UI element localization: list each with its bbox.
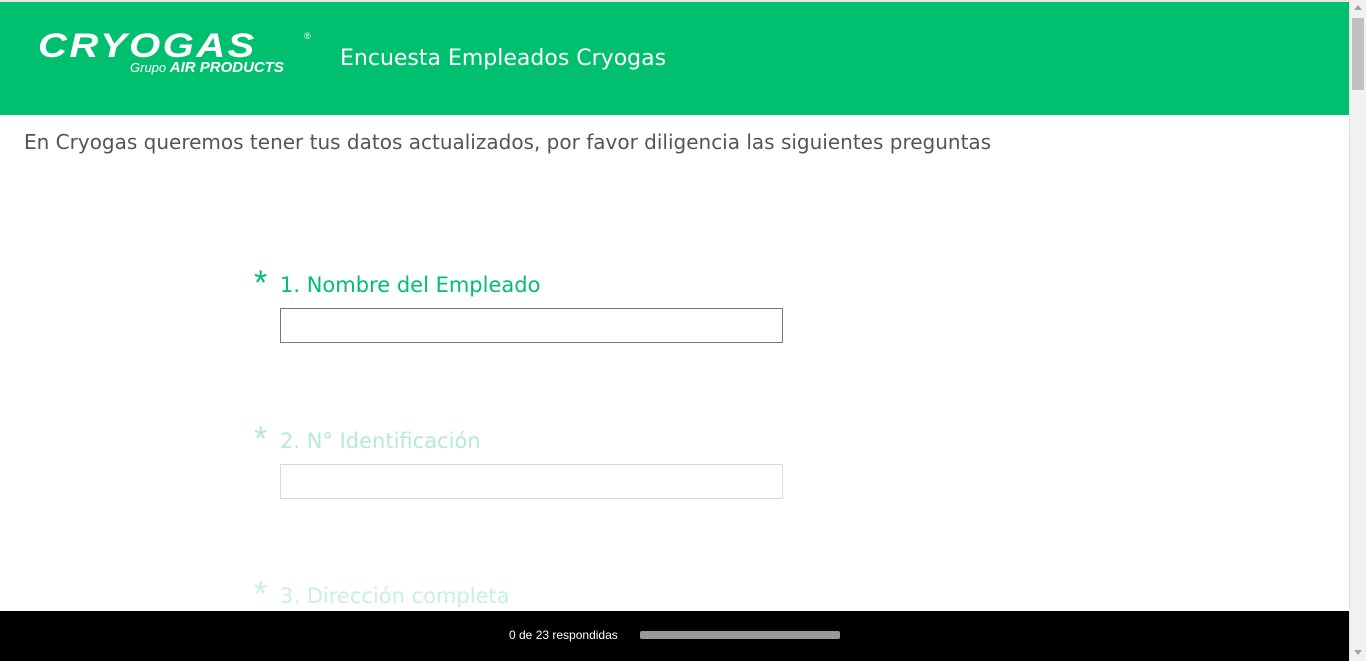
question-2-input[interactable]: [280, 464, 783, 499]
question-2-label: 2. N° Identificación: [280, 429, 481, 453]
required-asterisk: *: [254, 420, 268, 458]
survey-page: CRYOGAS ® Grupo AIR PRODUCTS Encuesta Em…: [0, 0, 1366, 661]
cryogas-logo: CRYOGAS ® Grupo AIR PRODUCTS: [38, 29, 313, 77]
required-asterisk: *: [254, 575, 268, 613]
required-asterisk: *: [254, 264, 268, 302]
scroll-up-arrow-icon[interactable]: [1354, 5, 1362, 10]
progress-footer: 0 de 23 respondidas: [0, 611, 1349, 661]
progress-bar: [640, 631, 840, 639]
survey-intro-text: En Cryogas queremos tener tus datos actu…: [24, 130, 992, 154]
question-3-label: 3. Dirección completa: [280, 584, 510, 608]
survey-title: Encuesta Empleados Cryogas: [340, 46, 667, 71]
question-1-label: 1. Nombre del Empleado: [280, 273, 541, 297]
scrollbar-thumb[interactable]: [1352, 18, 1364, 90]
logo-subtitle: Grupo AIR PRODUCTS: [130, 59, 284, 76]
survey-header: CRYOGAS ® Grupo AIR PRODUCTS Encuesta Em…: [0, 0, 1349, 115]
scroll-down-arrow-icon[interactable]: [1354, 650, 1362, 655]
vertical-scrollbar[interactable]: [1349, 0, 1366, 661]
logo-wordmark: CRYOGAS: [38, 27, 257, 65]
question-1-input[interactable]: [280, 308, 783, 343]
progress-text: 0 de 23 respondidas: [509, 628, 618, 642]
logo-subtitle-plain: Grupo: [130, 60, 170, 75]
logo-subtitle-bold: AIR PRODUCTS: [169, 59, 284, 76]
logo-registered-mark: ®: [304, 31, 311, 41]
